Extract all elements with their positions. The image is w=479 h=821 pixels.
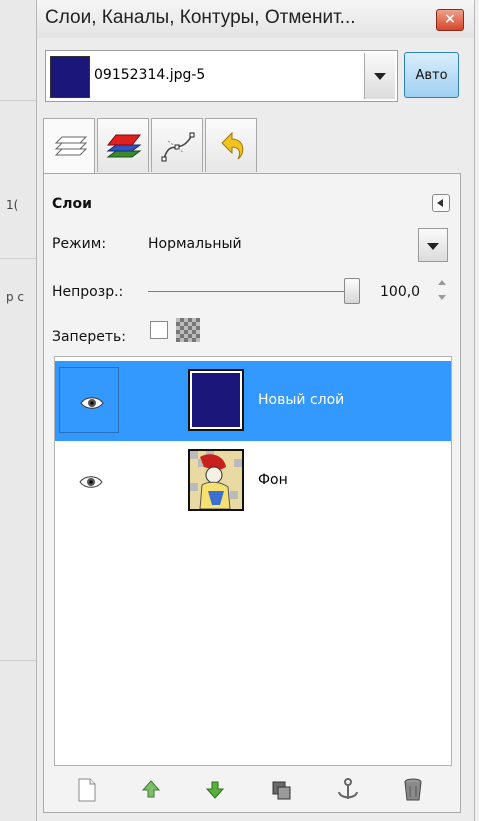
lower-layer-button[interactable] <box>204 777 230 803</box>
eye-icon <box>80 397 104 409</box>
channels-tab-icon <box>106 134 142 158</box>
delete-layer-button[interactable] <box>402 777 428 803</box>
opacity-label: Непрозр.: <box>52 284 124 300</box>
layer-name[interactable]: Фон <box>258 472 288 488</box>
anchor-layer-button[interactable] <box>336 777 362 803</box>
layer-thumbnail <box>188 369 244 431</box>
strip-divider <box>0 258 36 259</box>
new-layer-icon <box>78 778 96 802</box>
raise-layer-button[interactable] <box>140 777 166 803</box>
lock-pixels-checkbox[interactable] <box>150 321 168 339</box>
tab-channels[interactable] <box>97 118 149 172</box>
title-bar[interactable]: Слои, Каналы, Контуры, Отменит... × <box>37 0 474 38</box>
layers-dialog: Слои, Каналы, Контуры, Отменит... × 0915… <box>36 0 475 821</box>
mode-label: Режим: <box>52 236 107 252</box>
auto-button[interactable]: Авто <box>404 52 459 98</box>
undo-history-tab-icon <box>221 131 244 160</box>
new-layer-button[interactable] <box>76 777 102 803</box>
layer-name[interactable]: Новый слой <box>258 392 344 408</box>
chevron-left-icon <box>437 199 443 207</box>
background-window-strip: 1( р с <box>0 0 37 821</box>
layers-toolbar <box>52 769 452 809</box>
duplicate-layer-icon <box>272 781 291 800</box>
tab-undo-history[interactable] <box>205 118 257 172</box>
layer-row-background[interactable]: Фон <box>55 441 451 521</box>
strip-text-1: 1( <box>6 198 19 212</box>
tab-layers[interactable] <box>43 118 95 174</box>
image-name: 09152314.jpg-5 <box>94 67 206 83</box>
spin-down-icon[interactable] <box>438 295 446 300</box>
close-button[interactable]: × <box>436 9 464 31</box>
duplicate-layer-button[interactable] <box>270 777 296 803</box>
eye-icon <box>79 476 103 488</box>
opacity-slider[interactable] <box>148 291 350 292</box>
visibility-toggle[interactable] <box>59 367 119 433</box>
layer-thumbnail <box>188 449 244 511</box>
opacity-slider-thumb[interactable] <box>344 278 360 304</box>
opacity-spinner[interactable] <box>437 278 447 304</box>
delete-layer-icon <box>404 778 422 801</box>
paths-tab-icon <box>161 132 195 162</box>
strip-text-2: р с <box>6 290 25 304</box>
tab-paths[interactable] <box>151 118 203 172</box>
lower-layer-icon <box>205 781 225 799</box>
strip-divider <box>0 100 36 101</box>
panel-title: Слои <box>52 196 92 212</box>
lock-label: Запереть: <box>52 329 126 345</box>
chevron-down-icon <box>374 73 386 80</box>
opacity-value[interactable]: 100,0 <box>380 284 420 300</box>
image-thumbnail-icon <box>190 451 242 509</box>
strip-divider <box>0 660 36 661</box>
mode-select[interactable]: Нормальный <box>148 236 242 252</box>
layers-panel: Слои Режим: Нормальный Непрозр.: 100,0 З… <box>43 173 461 813</box>
lock-alpha-icon[interactable] <box>176 318 200 342</box>
layer-list[interactable]: Новый слой Фон <box>54 356 452 766</box>
visibility-toggle[interactable] <box>59 447 119 513</box>
panel-menu-button[interactable] <box>432 194 450 212</box>
mode-dropdown-button[interactable] <box>418 228 448 262</box>
layer-row-new[interactable]: Новый слой <box>55 361 451 441</box>
layers-tab-icon <box>54 136 88 156</box>
window-title: Слои, Каналы, Контуры, Отменит... <box>45 7 356 28</box>
raise-layer-icon <box>141 780 161 798</box>
image-thumbnail <box>50 56 90 98</box>
image-dropdown-button[interactable] <box>364 53 395 99</box>
anchor-layer-icon <box>338 778 358 799</box>
image-selector[interactable]: 09152314.jpg-5 <box>45 50 398 102</box>
close-icon: × <box>444 11 456 27</box>
chevron-down-icon <box>427 243 439 250</box>
spin-up-icon[interactable] <box>438 280 446 285</box>
